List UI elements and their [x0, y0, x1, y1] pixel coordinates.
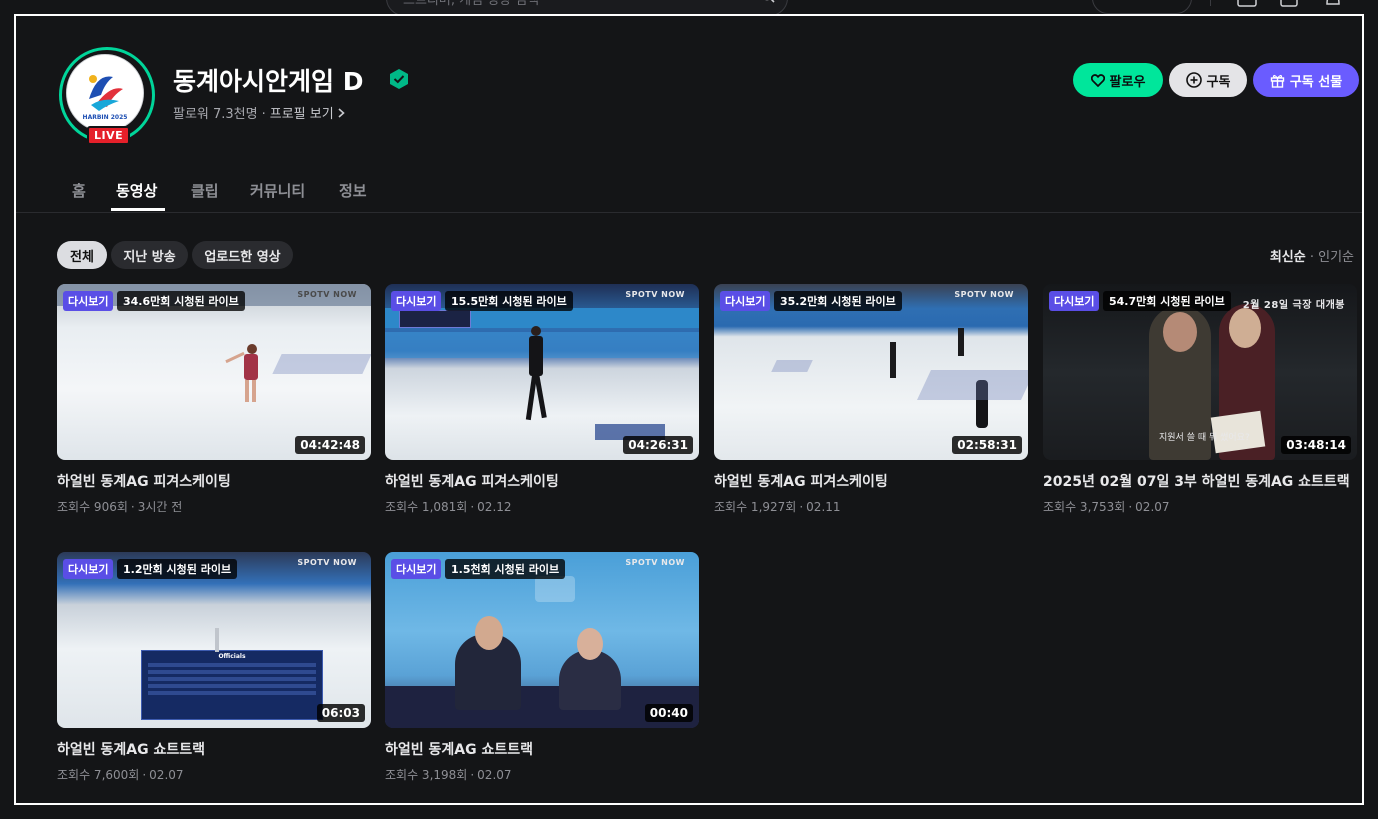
- search-input[interactable]: 스트리머, 게임 영상 검색: [386, 0, 788, 14]
- tab-home[interactable]: 홈: [72, 180, 86, 201]
- live-views-badge: 35.2만회 시청된 라이브: [774, 291, 902, 311]
- replay-badge: 다시보기: [1049, 291, 1100, 311]
- video-meta: 조회수 1,081회 · 02.12: [385, 500, 512, 514]
- subtitle-text: 지원서 쓸 때 뭐 썼어요?: [1159, 433, 1250, 443]
- bell-icon[interactable]: [1322, 0, 1344, 8]
- live-views-badge: 15.5만회 시청된 라이브: [445, 291, 573, 311]
- tab-clips[interactable]: 클립: [191, 180, 219, 201]
- duration-label: 03:48:14: [1281, 436, 1351, 454]
- skater-figure: [525, 326, 551, 426]
- broadcaster-watermark: SPOTV NOW: [297, 558, 357, 567]
- gift-icon: [1270, 74, 1285, 88]
- sort-options: 최신순 · 인기순: [1269, 250, 1354, 265]
- live-views-badge: 1.2만회 시청된 라이브: [117, 559, 238, 579]
- duration-label: 02:58:31: [952, 436, 1022, 454]
- officials-panel: Officials: [141, 650, 323, 720]
- subscribe-button[interactable]: 구독: [1169, 63, 1247, 97]
- tab-videos[interactable]: 동영상: [116, 180, 157, 201]
- follower-count: 팔로워 7.3천명: [173, 107, 258, 122]
- video-title[interactable]: 하얼빈 동계AG 피겨스케이팅: [57, 472, 371, 493]
- duration-label: 00:40: [644, 704, 693, 722]
- video-thumbnail[interactable]: SPOTV NOW 다시보기 1.5천회 시청된 라이브 00:40: [385, 552, 699, 728]
- video-card[interactable]: Officials SPOTV NOW 다시보기 1.2만회 시청된 라이브 0…: [57, 552, 371, 783]
- harbin-logo: HARBIN 2025: [66, 54, 144, 132]
- tab-community[interactable]: 커뮤니티: [250, 180, 305, 201]
- video-meta: 조회수 7,600회 · 02.07: [57, 768, 184, 782]
- chevron-right-icon: [338, 108, 345, 118]
- channel-name: 동계아시안게임 D: [173, 67, 364, 96]
- box-icon[interactable]: [1278, 0, 1300, 8]
- skater-figure: [958, 328, 964, 356]
- video-thumbnail[interactable]: SPOTV NOW 다시보기 34.6만회 시청된 라이브 04:42:48: [57, 284, 371, 460]
- svg-text:HARBIN 2025: HARBIN 2025: [83, 114, 128, 121]
- top-bar: 스트리머, 게임 영상 검색: [0, 0, 1378, 14]
- channel-avatar[interactable]: HARBIN 2025 LIVE: [59, 47, 155, 145]
- video-thumbnail[interactable]: SPOTV NOW 다시보기 15.5만회 시청된 라이브 04:26:31: [385, 284, 699, 460]
- skater-figure: [225, 344, 269, 406]
- replay-badge: 다시보기: [391, 291, 442, 311]
- follow-button[interactable]: 팔로우: [1073, 63, 1163, 97]
- video-thumbnail[interactable]: 2월 28일 극장 대개봉 지원서 쓸 때 뭐 썼어요? 다시보기 54.7만회…: [1043, 284, 1357, 460]
- verified-icon: [390, 69, 408, 89]
- duration-label: 04:42:48: [295, 436, 365, 454]
- video-title[interactable]: 하얼빈 동계AG 피겨스케이팅: [714, 472, 1028, 493]
- video-thumbnail[interactable]: Officials SPOTV NOW 다시보기 1.2만회 시청된 라이브 0…: [57, 552, 371, 728]
- broadcaster-watermark: SPOTV NOW: [625, 290, 685, 299]
- heart-icon: [1090, 73, 1105, 87]
- replay-badge: 다시보기: [63, 559, 114, 579]
- replay-badge: 다시보기: [391, 559, 442, 579]
- broadcaster-watermark: SPOTV NOW: [954, 290, 1014, 299]
- channel-page: HARBIN 2025 LIVE 동계아시안게임 D 팔로워 7.3천명 · 프로필…: [14, 14, 1364, 805]
- video-meta: 조회수 906회 · 3시간 전: [57, 500, 183, 514]
- movie-promo-text: 2월 28일 극장 대개봉: [1242, 300, 1345, 311]
- profile-link[interactable]: 프로필 보기: [270, 107, 345, 122]
- replay-badge: 다시보기: [720, 291, 771, 311]
- search-placeholder: 스트리머, 게임 영상 검색: [403, 0, 540, 8]
- broadcast-icon[interactable]: [1236, 0, 1258, 8]
- live-views-badge: 34.6만회 시청된 라이브: [117, 291, 245, 311]
- live-badge: LIVE: [87, 126, 131, 145]
- live-views-badge: 1.5천회 시청된 라이브: [445, 559, 566, 579]
- video-thumbnail[interactable]: SPOTV NOW 다시보기 35.2만회 시청된 라이브 02:58:31: [714, 284, 1028, 460]
- duration-label: 04:26:31: [623, 436, 693, 454]
- filter-past-broadcasts[interactable]: 지난 방송: [111, 241, 188, 269]
- video-card[interactable]: SPOTV NOW 다시보기 1.5천회 시청된 라이브 00:40 하얼빈 동…: [385, 552, 699, 783]
- video-meta: 조회수 3,198회 · 02.07: [385, 768, 512, 782]
- video-title[interactable]: 2025년 02월 07일 3부 하얼빈 동계AG 쇼트트랙: [1043, 472, 1357, 493]
- gift-subscription-button[interactable]: 구독 선물: [1253, 63, 1359, 97]
- channel-tabs: 홈 동영상 클립 커뮤니티 정보: [16, 176, 1362, 213]
- sort-popular[interactable]: 인기순: [1318, 250, 1354, 265]
- video-card[interactable]: SPOTV NOW 다시보기 34.6만회 시청된 라이브 04:42:48 하…: [57, 284, 371, 515]
- sort-latest[interactable]: 최신순: [1270, 250, 1306, 265]
- divider: [1210, 0, 1211, 6]
- filter-all[interactable]: 전체: [57, 241, 107, 269]
- video-card[interactable]: SPOTV NOW 다시보기 35.2만회 시청된 라이브 02:58:31 하…: [714, 284, 1028, 515]
- video-title[interactable]: 하얼빈 동계AG 쇼트트랙: [57, 740, 371, 761]
- video-meta: 조회수 1,927회 · 02.11: [714, 500, 841, 514]
- broadcaster-watermark: SPOTV NOW: [625, 558, 685, 567]
- duration-label: 06:03: [316, 704, 365, 722]
- channel-meta: 팔로워 7.3천명 · 프로필 보기: [173, 103, 345, 122]
- video-card[interactable]: 2월 28일 극장 대개봉 지원서 쓸 때 뭐 썼어요? 다시보기 54.7만회…: [1043, 284, 1357, 515]
- broadcaster-watermark: SPOTV NOW: [297, 290, 357, 299]
- live-views-badge: 54.7만회 시청된 라이브: [1103, 291, 1231, 311]
- active-tab-indicator: [111, 208, 165, 211]
- harbin-2025-logo-icon: HARBIN 2025: [83, 75, 128, 121]
- top-pill-button[interactable]: [1092, 0, 1192, 14]
- video-card[interactable]: SPOTV NOW 다시보기 15.5만회 시청된 라이브 04:26:31 하…: [385, 284, 699, 515]
- skater-figure: [890, 342, 896, 378]
- filter-uploaded[interactable]: 업로드한 영상: [192, 241, 293, 269]
- video-meta: 조회수 3,753회 · 02.07: [1043, 500, 1170, 514]
- plus-circle-icon: [1185, 72, 1202, 88]
- replay-badge: 다시보기: [63, 291, 114, 311]
- video-title[interactable]: 하얼빈 동계AG 피겨스케이팅: [385, 472, 699, 493]
- search-icon[interactable]: [761, 0, 775, 3]
- score-overlay: [399, 310, 471, 328]
- tab-info[interactable]: 정보: [339, 180, 367, 201]
- video-title[interactable]: 하얼빈 동계AG 쇼트트랙: [385, 740, 699, 761]
